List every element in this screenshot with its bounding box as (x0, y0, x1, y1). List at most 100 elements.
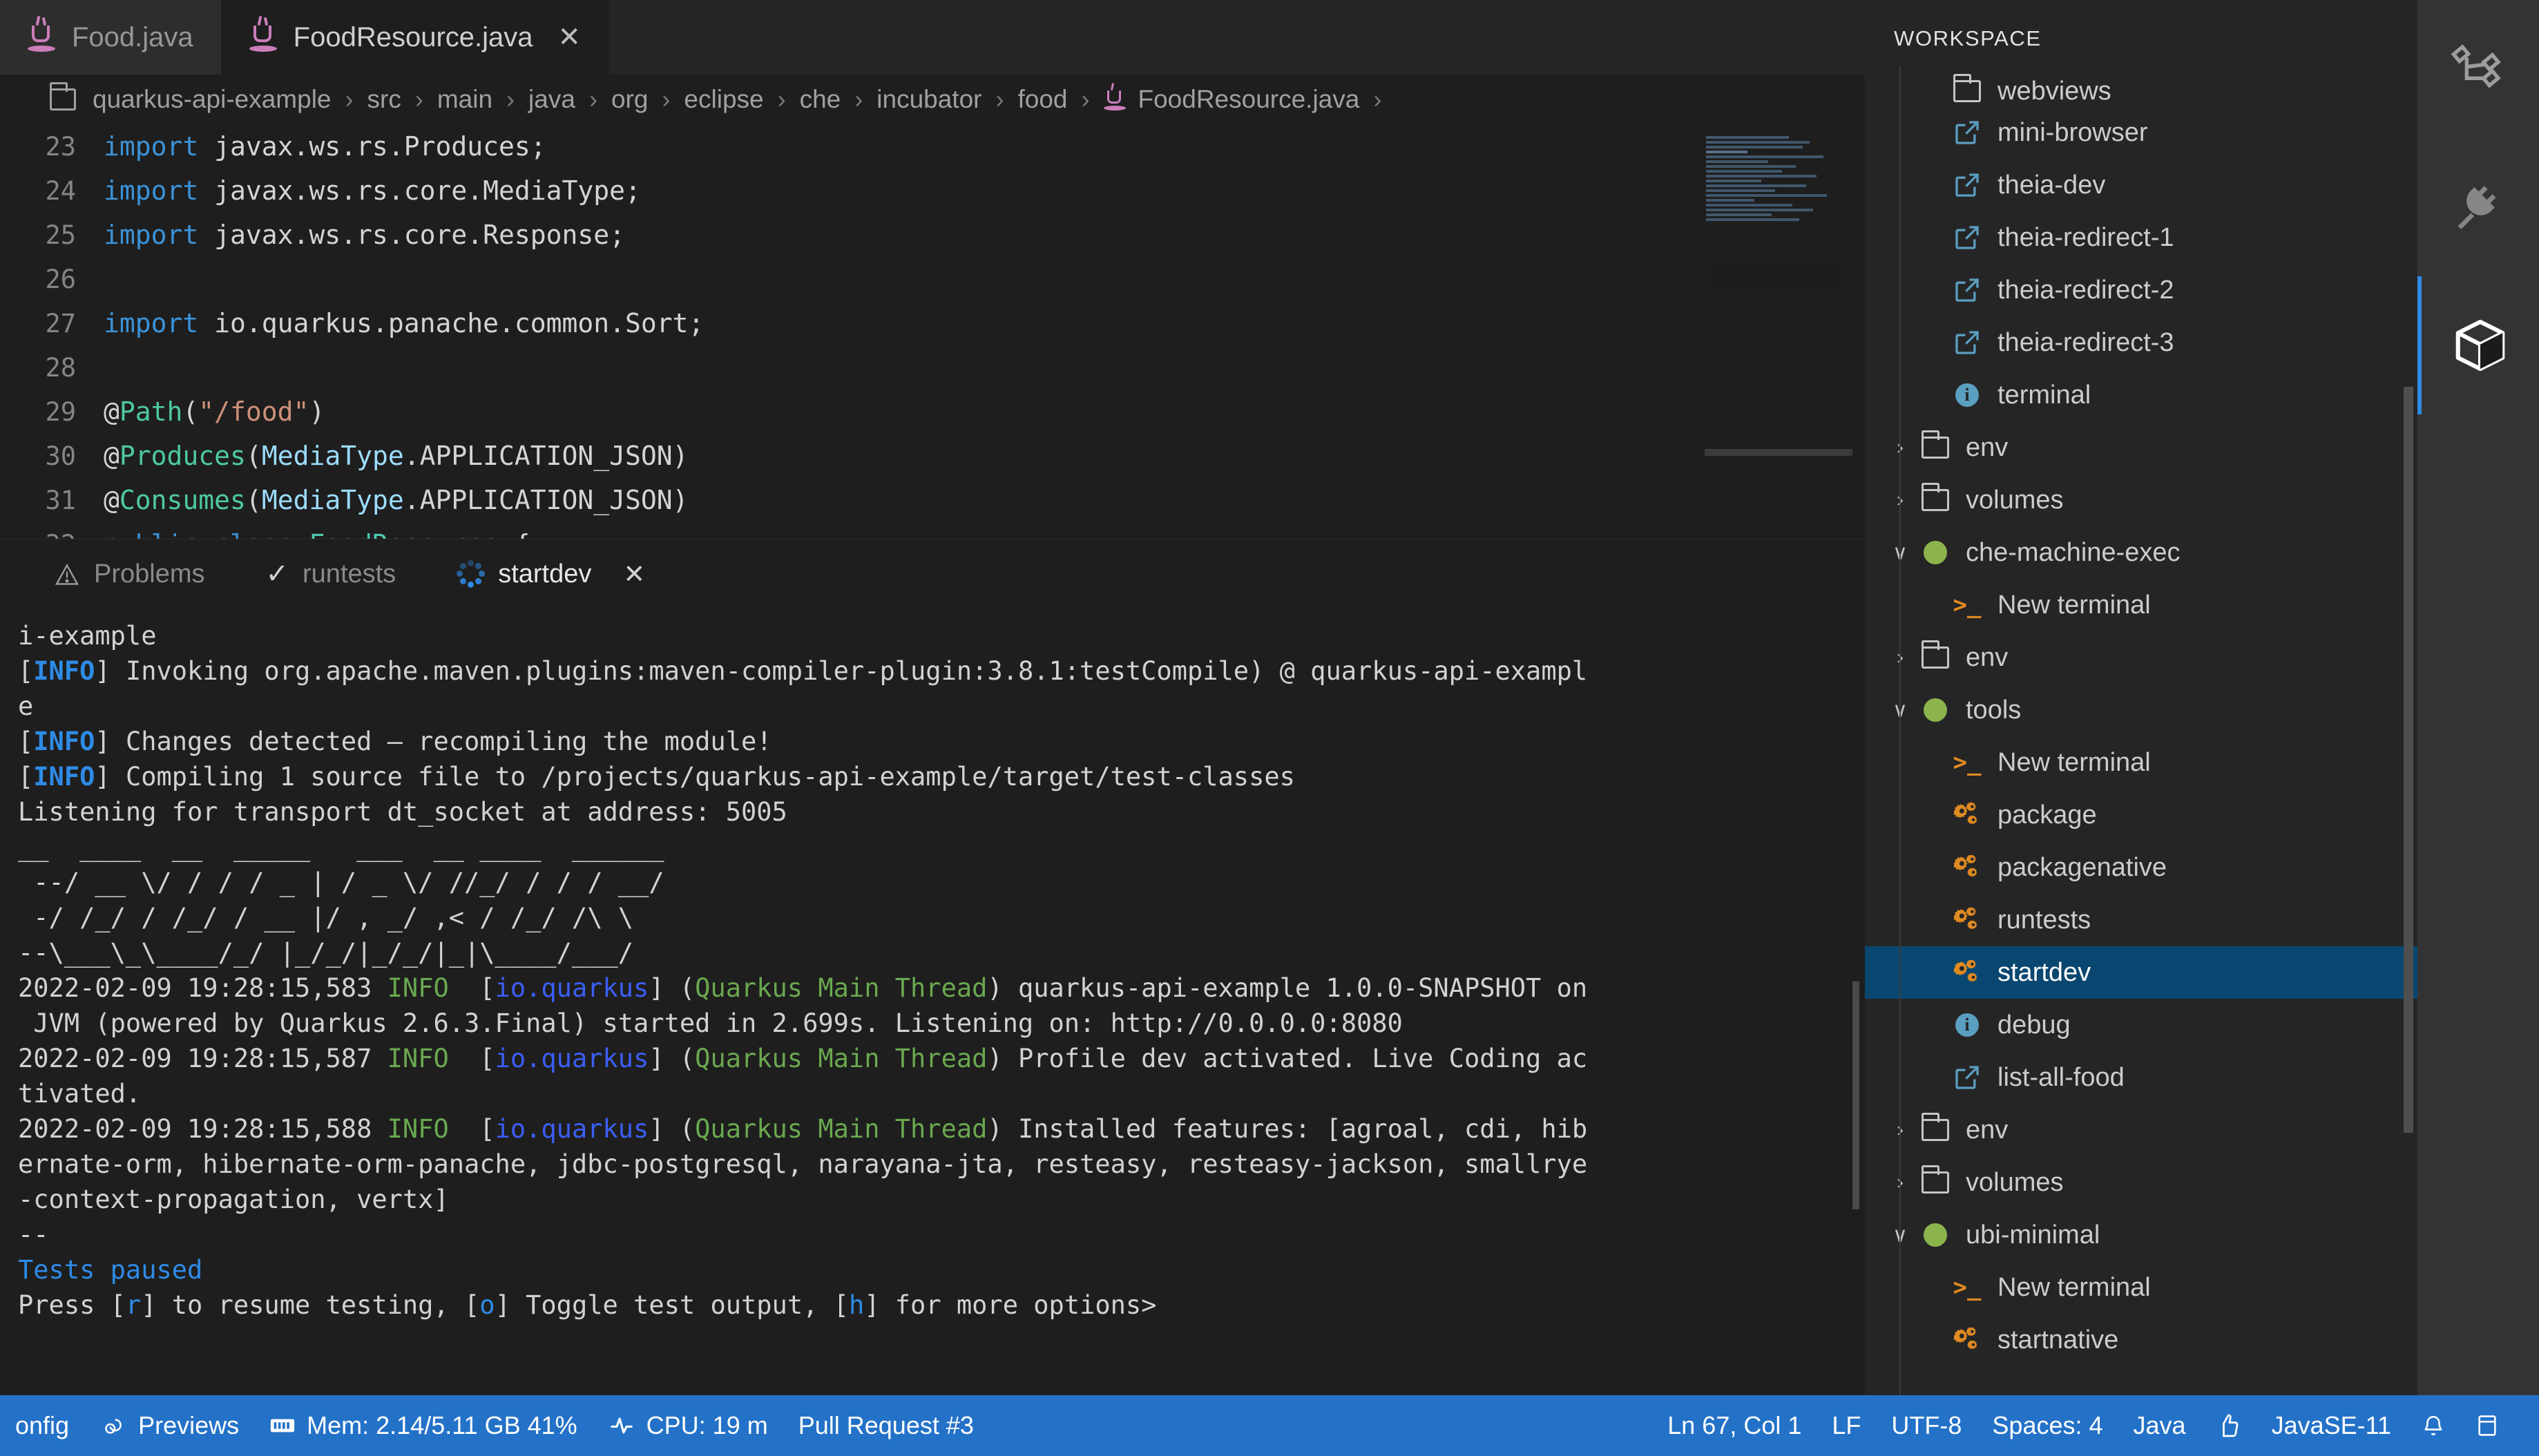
share-nodes-icon[interactable] (2417, 0, 2539, 138)
terminal-line: Tests paused (18, 1255, 203, 1285)
status-item-cpu-19-m[interactable]: CPU: 19 m (593, 1411, 783, 1440)
status-item-onfig[interactable]: onfig (0, 1411, 84, 1440)
sidebar-item-webviews[interactable]: ›webviews (1865, 70, 2417, 106)
sidebar-item-label: terminal (1997, 380, 2091, 410)
close-icon[interactable]: ✕ (558, 23, 582, 51)
panel-tab-startdev[interactable]: startdev ✕ (426, 539, 676, 609)
spinner-icon (457, 560, 486, 588)
editor-tab-food-java[interactable]: Food.java (0, 0, 222, 75)
sidebar-item-ubi-minimal[interactable]: ∨ubi-minimal (1865, 1209, 2417, 1261)
code-line: 24 import javax.ws.rs.core.MediaType; (0, 169, 1865, 213)
code-editor[interactable]: 23 import javax.ws.rs.Produces; 24 import j… (0, 124, 1865, 539)
status-item-thumbs-up-icon[interactable] (2201, 1412, 2257, 1439)
chevron-right-icon: › (506, 85, 515, 113)
breadcrumb-item-che[interactable]: che (797, 85, 844, 114)
link-icon (1948, 222, 1986, 253)
code-text: import io.quarkus.panache.common.Sort; (104, 308, 705, 338)
sidebar-item-new-terminal[interactable]: ›>_New terminal (1865, 579, 2417, 631)
breadcrumb-item-food[interactable]: food (1015, 85, 1070, 114)
sidebar-item-volumes[interactable]: ›volumes (1865, 474, 2417, 526)
terminal-line: JVM (powered by Quarkus 2.6.3.Final) sta… (18, 1008, 1403, 1038)
editor-area: Food.java FoodResource.java ✕ quarkus-api-… (0, 0, 1865, 1395)
tree-guide-line (1899, 66, 1901, 1399)
sidebar-item-runtests[interactable]: ›runtests (1865, 894, 2417, 946)
terminal-line: tivated. (18, 1079, 142, 1109)
close-icon[interactable]: ✕ (623, 559, 645, 590)
status-item-layout-icon[interactable] (2460, 1412, 2514, 1439)
status-item-label: Pull Request #3 (798, 1411, 974, 1439)
cube-icon[interactable] (2417, 276, 2539, 414)
status-item-javase-11[interactable]: JavaSE-11 (2257, 1411, 2406, 1440)
sidebar-item-startnative[interactable]: ›startnative (1865, 1314, 2417, 1366)
minimap[interactable] (1706, 134, 1844, 293)
sidebar-item-theia-redirect-3[interactable]: ›theia-redirect-3 (1865, 316, 2417, 369)
sidebar-item-label: che-machine-exec (1966, 537, 2181, 567)
sidebar-item-theia-dev[interactable]: ›theia-dev (1865, 159, 2417, 211)
status-item-utf-8[interactable]: UTF-8 (1876, 1411, 1977, 1440)
breadcrumb-item-quarkus-api-example[interactable]: quarkus-api-example (90, 85, 334, 114)
status-item-mem-2-14-5-11-gb-41[interactable]: Mem: 2.14/5.11 GB 41% (254, 1411, 593, 1440)
status-item-spaces-4[interactable]: Spaces: 4 (1977, 1411, 2118, 1440)
terminal-line: 2022-02-09 19:28:15,588 INFO [io.quarkus… (18, 1114, 1588, 1144)
status-item-previews[interactable]: Previews (84, 1411, 254, 1440)
sidebar-item-label: theia-redirect-3 (1997, 327, 2174, 357)
status-bar-left: onfig Previews Mem: 2.14/5.11 GB 41% CPU: 1… (0, 1411, 989, 1440)
line-number: 25 (45, 220, 76, 250)
status-dot-green (1916, 537, 1955, 568)
sidebar-item-theia-redirect-2[interactable]: ›theia-redirect-2 (1865, 264, 2417, 316)
sidebar-item-env[interactable]: ›env (1865, 421, 2417, 474)
java-icon (249, 15, 278, 53)
sidebar-item-env[interactable]: ›env (1865, 631, 2417, 684)
sidebar-item-tools[interactable]: ∨tools (1865, 684, 2417, 736)
code-line: 32public class FoodResource { (0, 522, 1865, 539)
status-item-java[interactable]: Java (2118, 1411, 2201, 1440)
chevron-right-icon: › (777, 85, 786, 113)
terminal-line: --\___\_\____/_/ |_/_/|_/_/|_|\____/___/ (18, 938, 680, 968)
terminal-line: --/ __ \/ / / / _ | / _ \/ //_/ / / / __… (18, 868, 680, 897)
sidebar-item-new-terminal[interactable]: ›>_New terminal (1865, 736, 2417, 789)
breadcrumb-item-main[interactable]: main (434, 85, 495, 114)
pulse-icon (608, 1414, 635, 1437)
terminal-scrollbar[interactable] (1852, 981, 1859, 1209)
line-number: 29 (45, 396, 76, 427)
terminal-output[interactable]: i-example [INFO] Invoking org.apache.mave… (0, 607, 1844, 1388)
sidebar-item-env[interactable]: ›env (1865, 1104, 2417, 1156)
breadcrumb-item-org[interactable]: org (609, 85, 651, 114)
ide-window: Food.java FoodResource.java ✕ quarkus-api-… (0, 0, 2539, 1456)
sidebar-item-mini-browser[interactable]: ›mini-browser (1865, 106, 2417, 159)
sidebar-item-list-all-food[interactable]: ›list-all-food (1865, 1051, 2417, 1104)
panel-tab-runtests[interactable]: ✓ runtests (236, 539, 427, 609)
sidebar-item-label: list-all-food (1997, 1062, 2125, 1092)
workspace-tree[interactable]: ›webviews›mini-browser›theia-dev›theia-r… (1865, 66, 2417, 1399)
breadcrumb-item-src[interactable]: src (365, 85, 404, 114)
breadcrumb-item-incubator[interactable]: incubator (874, 85, 984, 114)
status-item-pull-request-3[interactable]: Pull Request #3 (783, 1411, 989, 1440)
breadcrumb-item-java[interactable]: java (526, 85, 578, 114)
sidebar-item-terminal[interactable]: ›iterminal (1865, 369, 2417, 421)
minimap-slider[interactable] (1705, 449, 1852, 456)
activity-bar (2417, 0, 2539, 1395)
sidebar-item-package[interactable]: ›package (1865, 789, 2417, 841)
status-item-ln-67-col-1[interactable]: Ln 67, Col 1 (1652, 1411, 1817, 1440)
sidebar-item-che-machine-exec[interactable]: ∨che-machine-exec (1865, 526, 2417, 579)
sidebar-item-label: packagenative (1997, 852, 2167, 882)
sidebar-item-startdev[interactable]: ›startdev (1865, 946, 2417, 999)
plug-icon[interactable] (2417, 138, 2539, 276)
breadcrumb[interactable]: quarkus-api-example › src › main › java › org › ec… (0, 75, 1865, 124)
sidebar-item-packagenative[interactable]: ›packagenative (1865, 841, 2417, 894)
sidebar-item-debug[interactable]: ›idebug (1865, 999, 2417, 1051)
breadcrumb-item-file[interactable]: FoodResource.java (1136, 85, 1363, 114)
sidebar-item-new-terminal[interactable]: ›>_New terminal (1865, 1261, 2417, 1314)
status-item-bell-icon[interactable] (2406, 1412, 2460, 1439)
breadcrumb-item-eclipse[interactable]: eclipse (681, 85, 766, 114)
sidebar-item-theia-redirect-1[interactable]: ›theia-redirect-1 (1865, 211, 2417, 264)
status-item-lf[interactable]: LF (1817, 1411, 1876, 1440)
editor-tab-foodresource-java[interactable]: FoodResource.java ✕ (221, 0, 610, 75)
line-number: 30 (45, 441, 76, 471)
sidebar-item-volumes[interactable]: ›volumes (1865, 1156, 2417, 1209)
panel-tab-problems[interactable]: Problems (23, 539, 236, 609)
info-icon: i (1948, 1010, 1986, 1040)
layout-icon (2475, 1412, 2499, 1439)
sidebar-scrollbar[interactable] (2404, 387, 2413, 1133)
terminal-icon: >_ (1948, 1272, 1986, 1303)
